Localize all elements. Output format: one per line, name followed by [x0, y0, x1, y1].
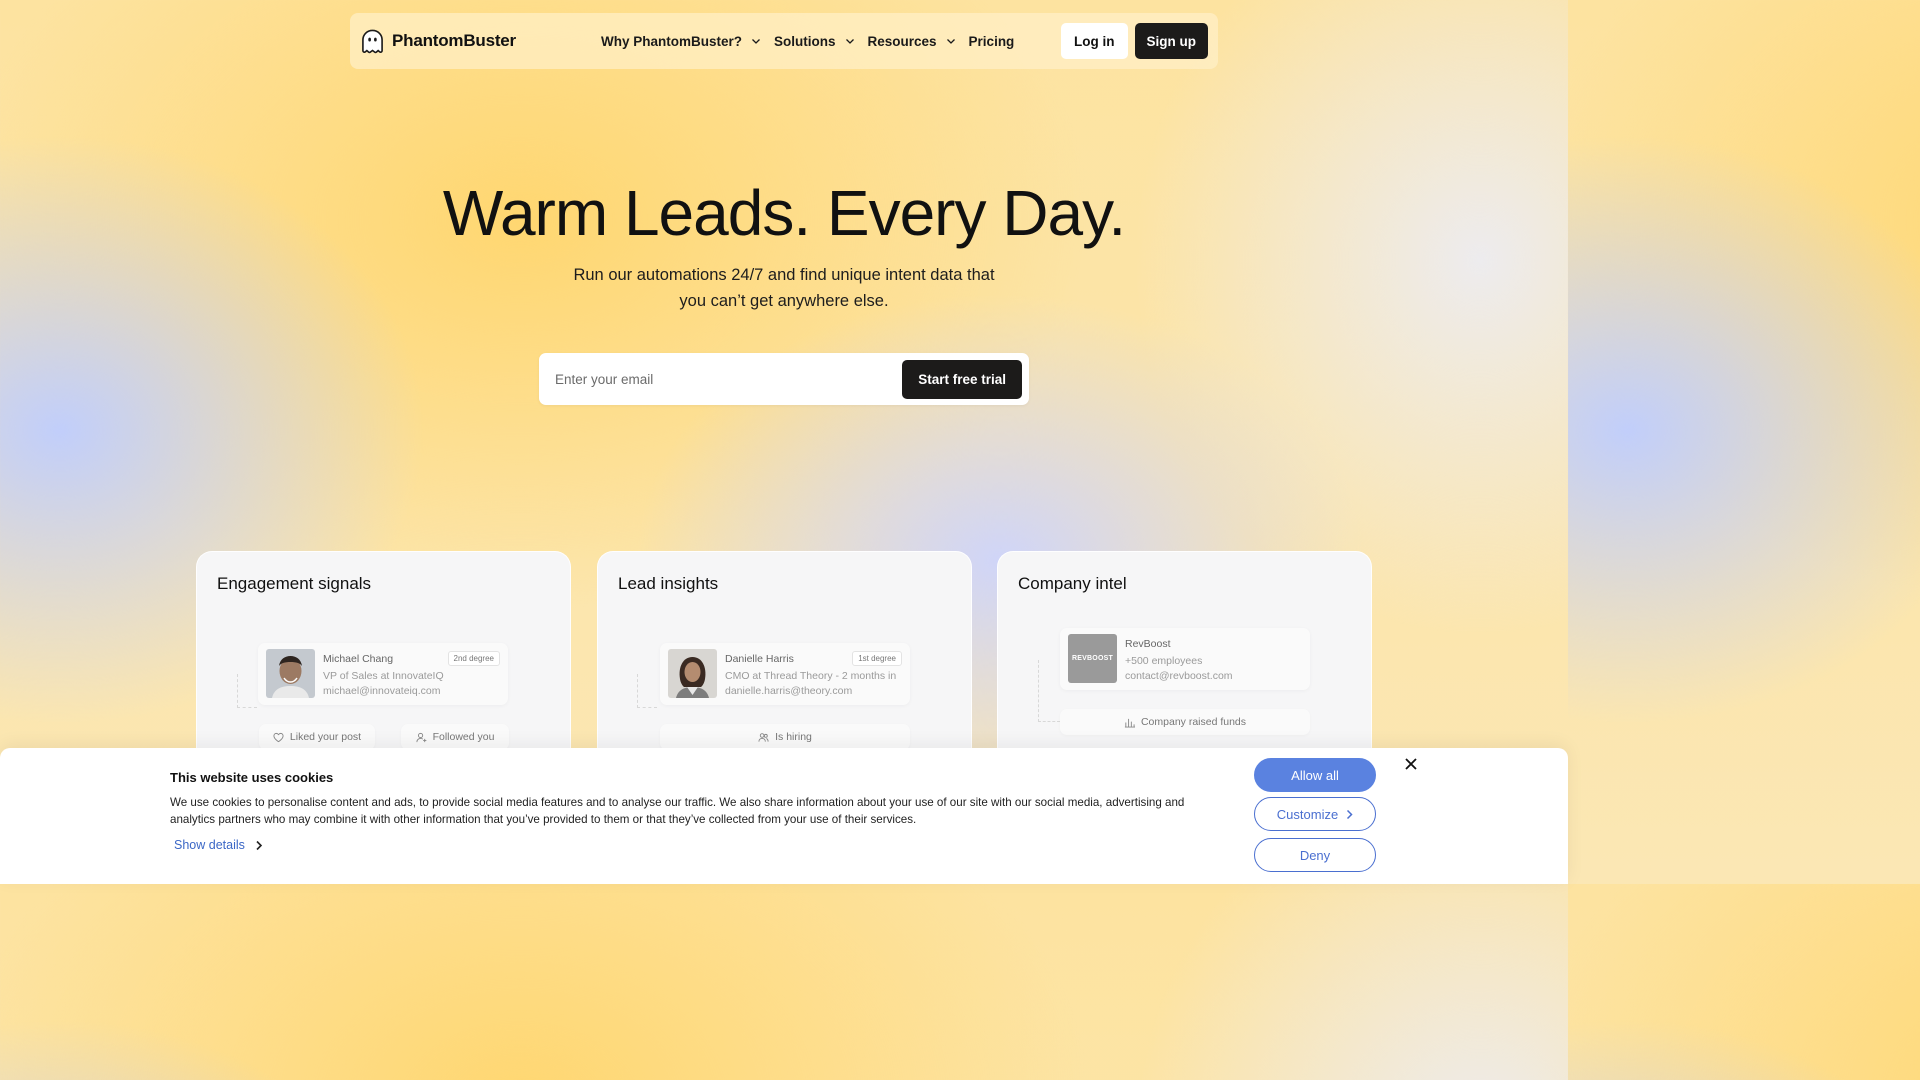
hero-subtitle-line: you can’t get anywhere else. [679, 292, 889, 310]
email-input[interactable] [555, 371, 903, 387]
connector-line [637, 674, 657, 708]
brand-name: PhantomBuster [392, 31, 516, 50]
card-title: Company intel [1018, 574, 1127, 593]
company-size: +500 employees [1125, 655, 1203, 667]
heart-icon [273, 732, 284, 742]
signal-label: Company raised funds [1140, 716, 1247, 728]
email-signup-form: Start free trial [539, 353, 1029, 405]
signal-label: Is hiring [775, 731, 812, 743]
signal-pill-is-hiring: Is hiring [660, 724, 910, 750]
nav-item-pricing[interactable]: Pricing [969, 34, 1015, 49]
signal-label: Followed you [432, 731, 495, 743]
bar-chart-icon [1124, 718, 1135, 728]
hero-subtitle: Run our automations 24/7 and find unique… [534, 262, 1034, 314]
start-free-trial-button[interactable]: Start free trial [902, 359, 1022, 399]
top-navbar: PhantomBuster Why PhantomBuster? Solutio… [350, 13, 1218, 69]
hero-subtitle-line: Run our automations 24/7 and find unique… [573, 266, 995, 284]
close-icon[interactable] [1404, 757, 1418, 771]
profile-card: Michael Chang VP of Sales at InnovateIQ … [258, 643, 508, 705]
company-logo: REVBOOST [1068, 634, 1117, 683]
hero-title: Warm Leads. Every Day. [442, 177, 1126, 249]
customize-label: Customize [1276, 806, 1339, 822]
deny-button[interactable]: Deny [1254, 838, 1376, 872]
customize-button[interactable]: Customize [1254, 797, 1376, 831]
ghost-logo-icon [362, 29, 383, 53]
connector-line [1038, 660, 1060, 722]
nav-item-resources[interactable]: Resources [868, 34, 956, 49]
signup-button[interactable]: Sign up [1134, 23, 1208, 59]
profile-email: michael@innovateiq.com [323, 685, 441, 697]
company-intel-card: Company intel REVBOOST RevBoost +500 emp… [997, 551, 1372, 771]
signal-pill-followed-you: Followed you [401, 724, 509, 750]
profile-name: Michael Chang [323, 653, 394, 665]
cookie-title: This website uses cookies [170, 770, 334, 785]
cookie-description: We use cookies to personalise content an… [170, 796, 1185, 826]
brand-logo[interactable]: PhantomBuster [361, 29, 516, 54]
profile-photo [266, 649, 315, 698]
profile-name: Danielle Harris [725, 653, 794, 665]
show-details-link[interactable]: Show details [174, 838, 263, 852]
cookie-banner: This website uses cookies We use cookies… [0, 748, 1568, 884]
nav-item-label: Pricing [968, 33, 1015, 49]
auth-buttons: Log in Sign up [1061, 23, 1208, 59]
nav-item-why-phantombuster[interactable]: Why PhantomBuster? [601, 34, 761, 49]
profile-card: Danielle Harris CMO at Thread Theory - 2… [660, 643, 910, 705]
lead-insights-card: Lead insights Danielle Harris CMO at Thr… [597, 551, 972, 771]
profile-role: VP of Sales at InnovateIQ [323, 670, 444, 682]
engagement-signals-card: Engagement signals Michael Chang VP of S… [196, 551, 571, 771]
degree-badge: 2nd degree [447, 651, 500, 666]
company-card: REVBOOST RevBoost +500 employees contact… [1060, 628, 1310, 690]
signal-label: Liked your post [289, 731, 362, 743]
nav-item-label: Solutions [774, 33, 836, 49]
chevron-down-icon [845, 39, 854, 44]
users-icon [758, 732, 769, 742]
nav-item-solutions[interactable]: Solutions [774, 34, 855, 49]
nav-item-label: Why PhantomBuster? [600, 33, 742, 49]
profile-role: CMO at Thread Theory - 2 months in [725, 670, 897, 682]
chevron-down-icon [752, 39, 760, 44]
card-title: Lead insights [618, 574, 719, 593]
connector-line [237, 674, 257, 708]
nav-item-label: Resources [867, 33, 937, 49]
profile-email: danielle.harris@theory.com [725, 685, 853, 697]
nav-menu: Why PhantomBuster? Solutions Resources P… [601, 34, 1027, 49]
allow-all-button[interactable]: Allow all [1254, 758, 1376, 792]
chevron-right-icon [256, 840, 263, 850]
login-button[interactable]: Log in [1061, 23, 1128, 59]
company-email: contact@revboost.com [1125, 670, 1233, 682]
show-details-label: Show details [174, 838, 245, 852]
company-name: RevBoost [1125, 638, 1171, 650]
user-plus-icon [416, 732, 426, 742]
chevron-right-icon [1347, 809, 1353, 819]
card-title: Engagement signals [217, 574, 372, 593]
degree-badge: 1st degree [852, 651, 902, 666]
profile-photo [668, 649, 717, 698]
signal-pill-liked-post: Liked your post [259, 724, 375, 750]
chevron-down-icon [946, 39, 955, 44]
signal-pill-company-raised-funds: Company raised funds [1060, 709, 1310, 735]
